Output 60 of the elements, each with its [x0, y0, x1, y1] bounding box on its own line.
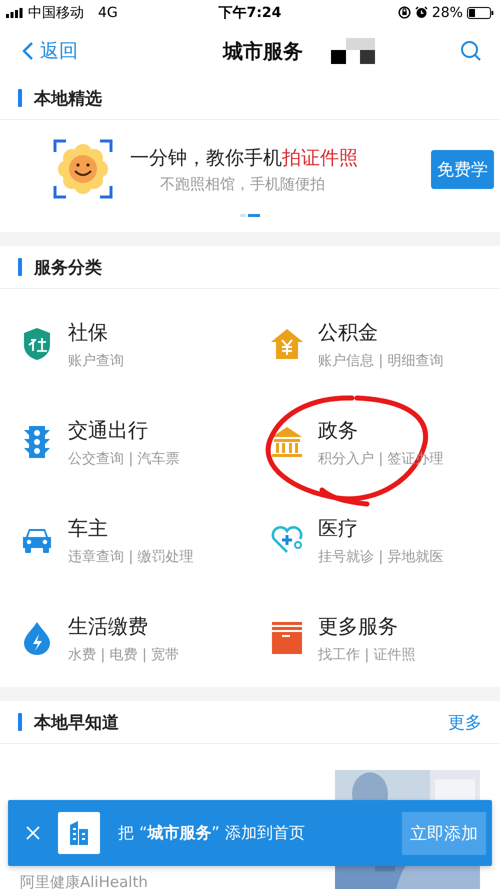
- service-name: 医疗: [318, 514, 359, 542]
- service-name: 公积金: [318, 318, 379, 346]
- alarm-icon: [414, 6, 428, 19]
- service-description: 账户信息 | 明细查询: [318, 352, 444, 370]
- chevron-left-icon: [22, 41, 34, 61]
- shield-icon: [22, 327, 52, 361]
- smiley-flower-icon: [52, 138, 114, 200]
- section-heading: 服务分类: [34, 256, 102, 278]
- pixelated-redaction: [331, 38, 375, 64]
- battery-icon: [466, 6, 494, 18]
- box-icon: [272, 622, 302, 654]
- service-name: 社保: [68, 318, 109, 346]
- search-icon: [460, 40, 482, 62]
- lock-rotation-icon: [398, 6, 411, 19]
- service-description: 找工作 | 证件照: [318, 646, 416, 664]
- service-item[interactable]: 医疗 挂号就诊 | 异地就医: [250, 491, 500, 589]
- article-source: 阿里健康AliHealth: [20, 873, 148, 889]
- service-description: 水费 | 电费 | 宽带: [68, 646, 180, 664]
- carrier-name: 中国移动: [28, 4, 84, 22]
- service-description: 违章查询 | 缴罚处理: [68, 548, 194, 566]
- service-item[interactable]: 生活缴费 水费 | 电费 | 宽带: [0, 589, 250, 687]
- service-description: 公交查询 | 汽车票: [68, 450, 180, 468]
- promo-subtitle: 不跑照相馆，手机随便拍: [159, 174, 326, 194]
- section-marker: [18, 713, 22, 731]
- network-type: 4G: [98, 4, 118, 20]
- traffic-light-icon: [24, 425, 50, 459]
- service-item[interactable]: 公积金 账户信息 | 明细查询: [250, 295, 500, 393]
- service-name: 交通出行: [68, 416, 149, 444]
- section-heading: 本地早知道: [34, 712, 119, 734]
- search-button[interactable]: [460, 40, 482, 62]
- service-item[interactable]: 车主 违章查询 | 缴罚处理: [0, 491, 250, 589]
- clock: 下午7:24: [218, 4, 282, 22]
- close-button[interactable]: [26, 826, 40, 840]
- back-button[interactable]: 返回: [22, 38, 78, 64]
- bank-building-icon: [271, 426, 303, 458]
- signal-icon: [6, 8, 24, 18]
- section-marker: [18, 258, 22, 276]
- service-name: 政务: [318, 416, 359, 444]
- page-title: 城市服务: [223, 38, 303, 64]
- service-description: 账户查询: [68, 352, 124, 370]
- service-name: 生活缴费: [68, 612, 149, 640]
- service-name: 更多服务: [318, 612, 399, 640]
- close-icon: [26, 826, 40, 840]
- building-icon: [70, 821, 88, 845]
- promo-title: 一分钟，教你手机拍证件照: [130, 146, 359, 170]
- more-link[interactable]: 更多: [448, 710, 482, 734]
- service-description: 挂号就诊 | 异地就医: [318, 548, 444, 566]
- car-icon: [21, 526, 53, 554]
- service-name: 车主: [68, 514, 109, 542]
- service-item[interactable]: 交通出行 公交查询 | 汽车票: [0, 393, 250, 491]
- medical-heart-icon: [270, 525, 304, 555]
- house-yen-icon: [270, 328, 304, 360]
- free-learn-button[interactable]: 免费学: [431, 150, 494, 188]
- service-item[interactable]: 更多服务 找工作 | 证件照: [250, 589, 500, 687]
- section-marker: [18, 89, 22, 107]
- service-item[interactable]: 社保 账户查询: [0, 295, 250, 393]
- battery-percent: 28%: [432, 4, 463, 20]
- section-heading: 本地精选: [34, 88, 102, 110]
- banner-message: 把 “城市服务” 添加到首页: [118, 822, 306, 844]
- water-drop-lightning-icon: [23, 621, 51, 655]
